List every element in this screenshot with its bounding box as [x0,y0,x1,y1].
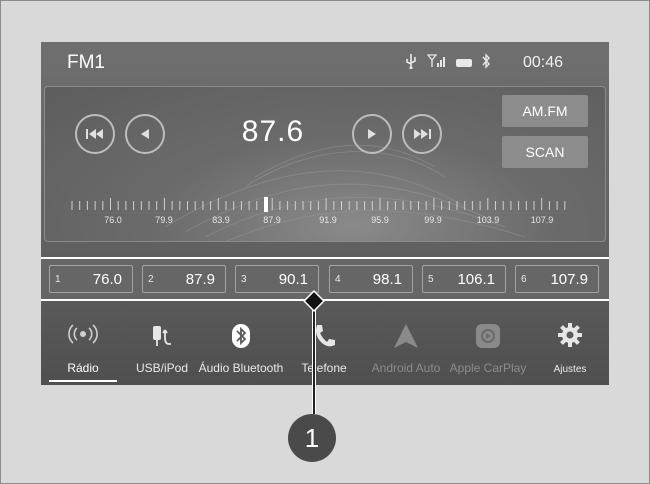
preset-number: 5 [428,274,434,285]
nav-label: Rádio [67,361,99,375]
clock: 00:46 [522,54,563,71]
active-tab-indicator [49,380,117,382]
bluetooth-icon [481,53,491,73]
preset-number: 3 [241,274,247,285]
nav-phone[interactable]: Telefone [291,312,357,385]
scan-button[interactable]: SCAN [502,136,588,168]
preset-frequency: 107.9 [550,271,588,288]
preset-number: 1 [55,274,61,285]
preset-button-6[interactable]: 6 107.9 [515,265,599,293]
preset-button-5[interactable]: 5 106.1 [422,265,506,293]
nav-label: Ajustes [553,364,587,375]
nav-apple-carplay[interactable]: Apple CarPlay [447,312,529,385]
scale-label: 91.9 [319,215,337,225]
scale-label: 83.9 [212,215,230,225]
preset-number: 4 [335,274,341,285]
nav-label: USB/iPod [135,361,189,375]
phone-icon [311,322,337,355]
preset-frequency: 87.9 [185,271,215,288]
callout-number: 1 [288,414,336,462]
current-frequency: 87.6 [241,115,305,148]
nav-label: Android Auto [371,361,441,375]
usb-icon [404,53,418,73]
battery-icon [456,59,472,67]
tune-up-button[interactable] [352,114,392,154]
preset-frequency: 98.1 [372,271,402,288]
nav-settings[interactable]: Ajustes [537,312,603,385]
preset-frequency: 106.1 [457,271,495,288]
nav-label: Áudio Bluetooth [198,361,284,375]
tuner-panel: 87.6 AM.FM SCAN 76.0 79.9 83.9 87.9 91.9… [44,86,606,242]
frequency-scale[interactable]: 76.0 79.9 83.9 87.9 91.9 95.9 99.9 103.9… [45,197,605,241]
radio-icon [65,322,101,351]
preset-frequency: 76.0 [92,271,122,288]
nav-label: Telefone [301,361,347,375]
preset-button-2[interactable]: 2 87.9 [142,265,226,293]
usb-ipod-icon [149,322,175,355]
nav-bluetooth-audio[interactable]: Áudio Bluetooth [193,312,289,385]
scale-ticks [71,197,566,212]
nav-usb-ipod[interactable]: USB/iPod [131,312,193,385]
scale-label: 79.9 [155,215,173,225]
scale-label: 87.9 [263,215,281,225]
scale-label: 103.9 [476,215,500,225]
tuning-needle [264,197,268,212]
seek-back-button[interactable] [75,114,115,154]
preset-frequency: 90.1 [278,271,308,288]
scale-label: 99.9 [424,215,442,225]
nav-label: Apple CarPlay [449,361,527,375]
scale-label: 107.9 [530,215,554,225]
tune-down-button[interactable] [125,114,165,154]
am-fm-button[interactable]: AM.FM [502,95,588,127]
preset-number: 6 [521,274,527,285]
bottom-nav: Rádio USB/iPod Áudio Bluetooth Telefone [41,312,609,385]
band-label: FM1 [67,52,105,73]
preset-button-1[interactable]: 1 76.0 [49,265,133,293]
nav-android-auto[interactable]: Android Auto [367,312,445,385]
status-icons [404,53,491,73]
status-bar: FM1 00:46 [41,42,609,82]
scale-label: 95.9 [371,215,389,225]
preset-number: 2 [148,274,154,285]
android-auto-icon [392,322,420,355]
signal-icon [426,54,447,72]
carplay-icon [474,322,502,355]
scale-label: 76.0 [104,215,122,225]
radio-screen: FM1 00:46 87.6 AM.FM SCAN 76.0 79.9 83.9… [41,42,609,385]
preset-button-4[interactable]: 4 98.1 [329,265,413,293]
gear-icon [557,322,583,353]
seek-forward-button[interactable] [402,114,442,154]
preset-bar-highlight: 1 76.0 2 87.9 3 90.1 4 98.1 5 106.1 6 10… [41,257,609,301]
preset-button-3[interactable]: 3 90.1 [235,265,319,293]
nav-radio[interactable]: Rádio [47,312,119,385]
bluetooth-icon [230,322,252,355]
